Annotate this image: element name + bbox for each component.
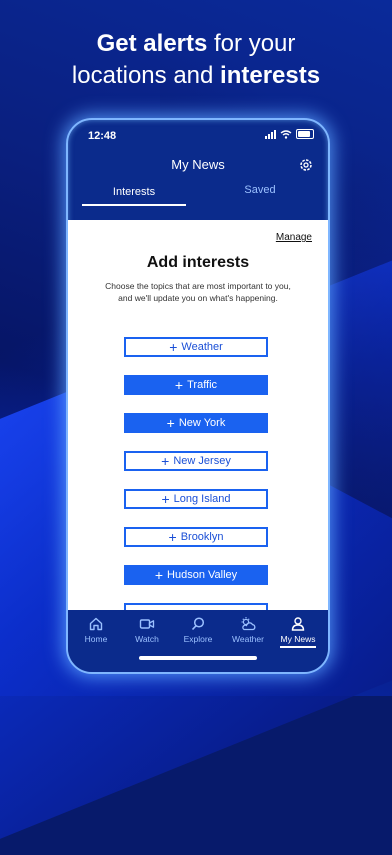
phone-frame: 12:48 My News Interests Saved Manage Add…: [66, 118, 330, 674]
video-icon: [139, 619, 155, 629]
battery-icon: [296, 129, 314, 139]
nav-my-news[interactable]: My News: [273, 616, 323, 648]
nav-home[interactable]: Home: [71, 616, 121, 644]
gear-icon[interactable]: [298, 157, 314, 173]
app-header: My News: [68, 154, 328, 178]
weather-icon: [241, 617, 256, 631]
interest-traffic-button[interactable]: + Traffic: [124, 375, 268, 395]
person-icon: [291, 617, 305, 631]
status-time: 12:48: [88, 130, 117, 142]
promo-headline: Get alerts for your locations and intere…: [71, 30, 321, 89]
tab-bar: Interests Saved: [68, 184, 328, 214]
bottom-nav: Home Watch Explore Weather My News: [68, 610, 328, 672]
search-icon: [191, 617, 205, 631]
interest-weather-button[interactable]: + Weather: [124, 337, 268, 357]
signal-icon: [265, 129, 276, 139]
section-title: Add interests: [146, 254, 250, 271]
tab-saved[interactable]: Saved: [208, 184, 312, 196]
interest-brooklyn-button[interactable]: + Brooklyn: [124, 527, 268, 547]
interest-partial-button[interactable]: [124, 603, 268, 610]
tab-interests[interactable]: Interests: [82, 186, 186, 206]
nav-watch[interactable]: Watch: [122, 616, 172, 644]
section-description: Choose the topics that are most importan…: [105, 281, 291, 303]
manage-link[interactable]: Manage: [276, 232, 312, 243]
home-indicator: [139, 656, 257, 660]
interest-new-jersey-button[interactable]: + New Jersey: [124, 451, 268, 471]
page-title: My News: [171, 157, 225, 172]
status-bar: 12:48: [68, 120, 328, 152]
interest-new-york-button[interactable]: + New York: [124, 413, 268, 433]
home-icon: [89, 617, 103, 631]
interests-panel: Manage Add interests Choose the topics t…: [68, 220, 328, 610]
nav-explore[interactable]: Explore: [173, 616, 223, 644]
active-tab-indicator: [280, 646, 316, 648]
interest-hudson-valley-button[interactable]: + Hudson Valley: [124, 565, 268, 585]
interest-long-island-button[interactable]: + Long Island: [124, 489, 268, 509]
nav-weather[interactable]: Weather: [223, 616, 273, 644]
wifi-icon: [280, 129, 292, 139]
